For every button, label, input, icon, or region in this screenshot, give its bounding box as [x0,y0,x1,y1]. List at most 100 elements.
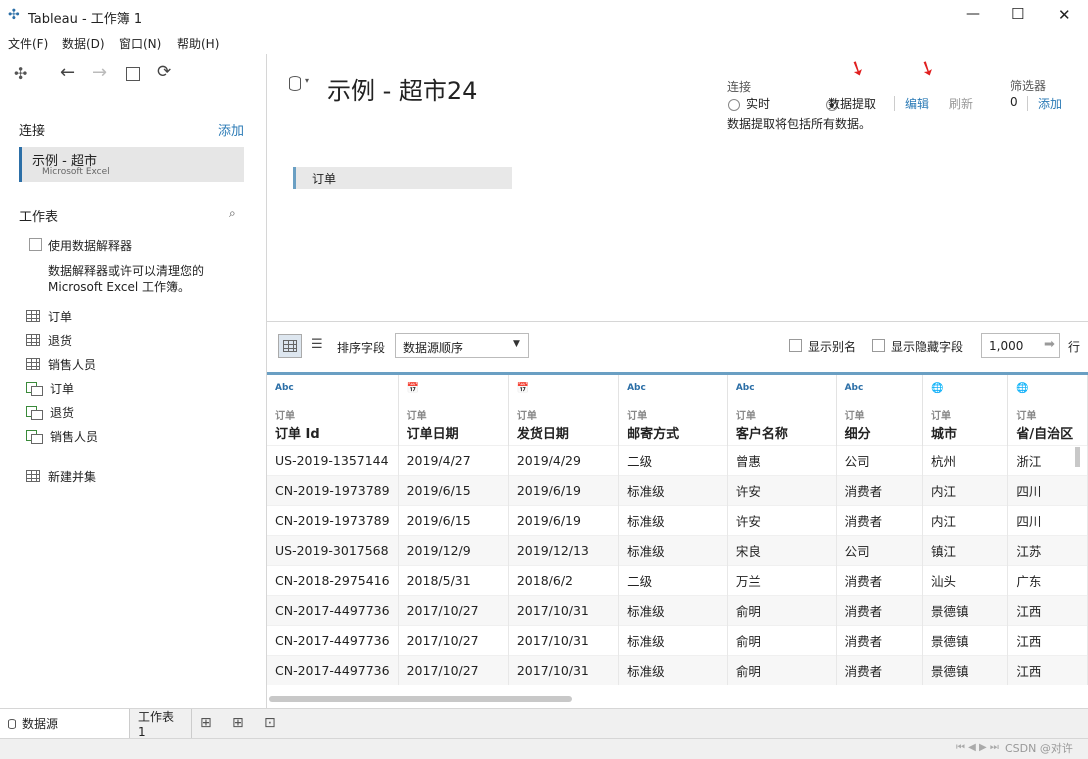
sheet-label: 订单 [50,381,75,396]
table-cell: 标准级 [618,504,728,535]
table-cell: 俞明 [727,624,837,655]
table-cell: 标准级 [618,534,728,565]
show-alias-label: 显示别名 [808,340,857,354]
annotation-arrow: ➘ [914,53,941,83]
globe-icon[interactable]: 🌐 [1016,375,1079,399]
table-cell: 杭州 [922,444,1009,475]
table-cell: 宋良 [727,534,837,565]
table-cell: 许安 [727,474,837,505]
sort-label: 排序字段 [337,341,386,355]
column-name: 细分 [844,427,871,442]
table-cell: 消费者 [836,474,923,505]
string-type-icon[interactable]: Abc [627,375,719,399]
rows-input-value: 1,000 [989,339,1024,353]
menu-help[interactable]: 帮助(H) [177,35,219,52]
calendar-icon[interactable]: 📅 [407,375,500,399]
column-source: 订单 [930,411,951,422]
divider [894,96,895,111]
table-cell: 2019/4/29 [508,444,620,475]
grid-view-icon[interactable] [278,334,302,358]
column-header[interactable]: Abc 订单客户名称 [727,375,837,445]
search-icon[interactable]: ⌕ [229,206,236,221]
string-type-icon[interactable]: Abc [736,375,828,399]
live-radio[interactable] [728,98,740,111]
interpreter-label: 使用数据解释器 [48,239,133,253]
rows-input[interactable]: 1,000 ➡ [981,333,1060,358]
filters-label: 筛选器 [1010,79,1047,93]
nav-arrows-icon[interactable]: ⏮ ◀ ▶ ⏭ [956,742,999,753]
table-cell: 景德镇 [922,654,1009,685]
globe-icon[interactable]: 🌐 [931,375,999,399]
save-icon[interactable] [126,67,140,81]
show-hidden-checkbox[interactable] [872,339,885,352]
refresh-icon[interactable]: ⟳ [157,62,171,82]
tab-sheet1[interactable]: 工作表 1 [130,709,192,739]
new-worksheet-icon[interactable]: ⊞ [200,715,212,731]
table-cell: 二级 [618,564,728,595]
menu-data[interactable]: 数据(D) [62,35,105,52]
sheet-item[interactable]: 销售人员 [26,355,96,373]
named-range-icon [26,381,43,396]
data-grid: Abc 订单 订单 Id 📅 订单 订单日期 📅 订单 发货日期 Abc 订单 邮寄方式 Abc 订单 客户… [267,372,1088,692]
scrollbar-thumb[interactable] [269,696,572,702]
table-cell: 江西 [1007,594,1088,625]
column-header[interactable]: 📅 订单 订单日期 [398,375,509,445]
sheet-item[interactable]: 退货 [26,403,74,421]
menu-window[interactable]: 窗口(N) [119,35,161,52]
sheet-item[interactable]: 销售人员 [26,427,98,445]
horizontal-scrollbar[interactable] [267,692,1088,708]
sheet-item[interactable]: 订单 [26,307,72,325]
table-cell: 2017/10/27 [398,624,509,655]
table-cell: 消费者 [836,564,923,595]
table-cell: 标准级 [618,474,728,505]
tab-datasource[interactable]: 数据源 [0,709,130,738]
new-union-item[interactable]: 新建并集 [26,467,96,485]
column-header[interactable]: Abc 订单 订单 Id [267,375,399,445]
tableau-home-icon[interactable]: ✣ [14,64,27,83]
interpreter-checkbox[interactable] [29,238,42,251]
close-button[interactable]: ✕ [1058,6,1071,24]
show-alias-checkbox[interactable] [789,339,802,352]
table-cell: 江西 [1007,624,1088,655]
table-cell: 内江 [922,504,1009,535]
forward-icon[interactable]: → [92,62,107,83]
add-connection-link[interactable]: 添加 [218,120,244,139]
table-cell: 2019/4/27 [398,444,509,475]
sheet-item[interactable]: 退货 [26,331,72,349]
new-dashboard-icon[interactable]: ⊞ [232,715,244,731]
table-cell: 2017/10/27 [398,654,509,685]
sheet-item[interactable]: 订单 [26,379,74,397]
string-type-icon[interactable]: Abc [845,375,914,399]
column-header[interactable]: Abc 订单 邮寄方式 [618,375,728,445]
connection-item[interactable]: 示例 - 超市 Microsoft Excel [19,147,244,182]
table-cell: 万兰 [727,564,837,595]
table-cell: 2019/6/19 [508,504,620,535]
menu-file[interactable]: 文件(F) [8,35,48,52]
sort-select[interactable]: 数据源顺序 ▼ [395,333,529,358]
chevron-down-icon[interactable]: ▾ [305,76,309,85]
string-type-icon[interactable]: Abc [275,375,390,399]
new-story-icon[interactable]: ⊡ [264,715,276,731]
vertical-scrollbar[interactable] [1075,447,1080,467]
table-cell: CN-2019-1973789 [267,504,399,535]
edit-link[interactable]: 编辑 [905,95,929,112]
refresh-link[interactable]: 刷新 [949,95,973,112]
window-title: Tableau - 工作簿 1 [28,12,143,27]
column-header[interactable]: Abc 订单 细分 [836,375,923,445]
back-icon[interactable]: ← [60,62,75,83]
connection-type: Microsoft Excel [42,167,110,177]
calendar-icon[interactable]: 📅 [517,375,610,399]
grid-body: US-2019-1357144 2019/4/27 2019/4/29 二级 曾惠 公司杭… [267,444,1088,685]
list-view-icon[interactable]: ☰ [311,337,323,352]
table-cell: 2019/6/19 [508,474,620,505]
minimize-button[interactable]: — [966,6,980,22]
column-name: 客户名称 [735,427,788,442]
canvas-table[interactable]: 订单 [293,167,512,189]
column-header[interactable]: 🌐 订单 省/自治区 [1007,375,1088,445]
column-source: 订单 [735,411,756,422]
column-header[interactable]: 📅 订单 发货日期 [508,375,620,445]
column-header[interactable]: 🌐 订单 城市 [922,375,1009,445]
add-filter-link[interactable]: 添加 [1038,95,1062,112]
maximize-button[interactable]: ☐ [1011,5,1024,23]
datasource-title[interactable]: 示例 - 超市24 [327,71,477,106]
